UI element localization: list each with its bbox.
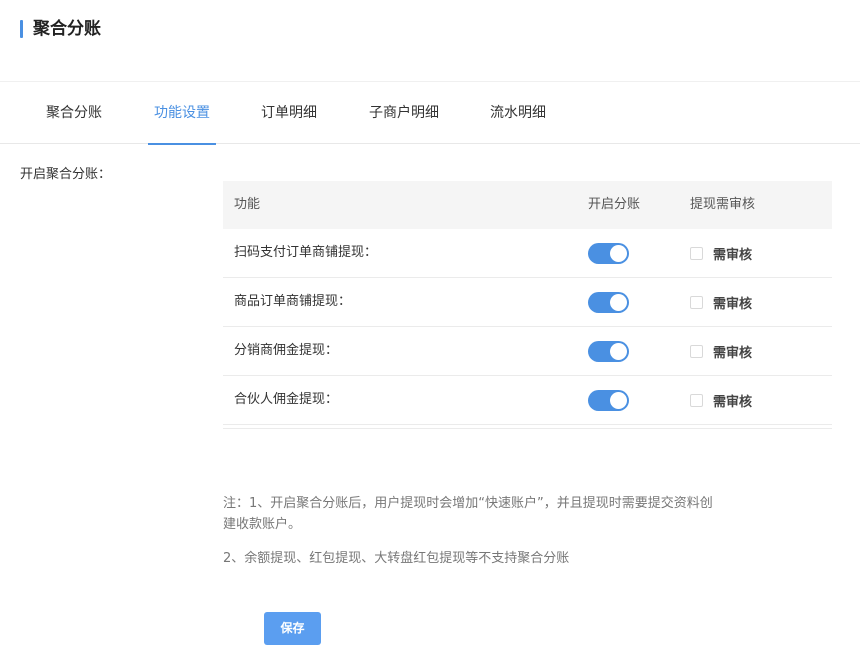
function-table: 功能 开启分账 提现需审核 扫码支付订单商铺提现： 需审核 商品订单商铺提现： … xyxy=(223,181,832,429)
row-function-name: 合伙人佣金提现： xyxy=(234,392,339,407)
enable-split-toggle[interactable] xyxy=(588,292,629,313)
tab-order-details[interactable]: 订单明细 xyxy=(261,82,317,144)
note-text-1: 注：1、开启聚合分账后，用户提现时会增加“快速账户”，并且提现时需要提交资料创建… xyxy=(223,496,713,532)
review-checkbox-control[interactable]: 需审核 xyxy=(690,229,752,277)
review-checkbox[interactable] xyxy=(690,344,703,358)
review-checkbox-label: 需审核 xyxy=(713,345,753,361)
enable-split-toggle[interactable] xyxy=(588,390,629,411)
tab-bar: 聚合分账 功能设置 订单明细 子商户明细 流水明细 xyxy=(0,82,860,145)
enable-aggregate-split-label: 开启聚合分账： xyxy=(20,167,112,182)
review-checkbox[interactable] xyxy=(690,393,703,407)
review-checkbox-control[interactable]: 需审核 xyxy=(690,327,752,375)
enable-split-toggle[interactable] xyxy=(588,341,629,362)
table-row: 分销商佣金提现： 需审核 xyxy=(223,327,832,376)
note-text-2: 2、余额提现、红包提现、大转盘红包提现等不支持聚合分账 xyxy=(223,551,570,566)
table-row: 扫码支付订单商铺提现： 需审核 xyxy=(223,229,832,278)
table-row: 商品订单商铺提现： 需审核 xyxy=(223,278,832,327)
toggle-knob xyxy=(610,294,627,311)
review-checkbox[interactable] xyxy=(690,246,703,260)
title-accent-bar xyxy=(20,20,23,38)
review-checkbox[interactable] xyxy=(690,295,703,309)
page-header: 聚合分账 xyxy=(0,0,860,82)
column-header-function: 功能 xyxy=(234,197,261,212)
row-function-name: 扫码支付订单商铺提现： xyxy=(234,245,378,260)
page-title: 聚合分账 xyxy=(33,19,101,39)
table-footer-divider xyxy=(223,425,832,429)
tab-sub-merchant-details[interactable]: 子商户明细 xyxy=(369,82,439,144)
enable-split-toggle[interactable] xyxy=(588,243,629,264)
review-checkbox-control[interactable]: 需审核 xyxy=(690,376,752,424)
column-header-enable-split: 开启分账 xyxy=(588,197,641,212)
review-checkbox-label: 需审核 xyxy=(713,247,753,263)
review-checkbox-label: 需审核 xyxy=(713,394,753,410)
tab-function-settings[interactable]: 功能设置 xyxy=(148,82,216,145)
row-function-name: 商品订单商铺提现： xyxy=(234,294,352,309)
tab-aggregate-split[interactable]: 聚合分账 xyxy=(46,82,102,144)
toggle-knob xyxy=(610,245,627,262)
row-function-name: 分销商佣金提现： xyxy=(234,343,339,358)
table-header: 功能 开启分账 提现需审核 xyxy=(223,181,832,229)
review-checkbox-control[interactable]: 需审核 xyxy=(690,278,752,326)
save-button[interactable]: 保存 xyxy=(264,612,321,645)
tab-transaction-details[interactable]: 流水明细 xyxy=(490,82,546,144)
toggle-knob xyxy=(610,343,627,360)
toggle-knob xyxy=(610,392,627,409)
column-header-withdraw-review: 提现需审核 xyxy=(690,197,756,212)
table-row: 合伙人佣金提现： 需审核 xyxy=(223,376,832,425)
review-checkbox-label: 需审核 xyxy=(713,296,753,312)
